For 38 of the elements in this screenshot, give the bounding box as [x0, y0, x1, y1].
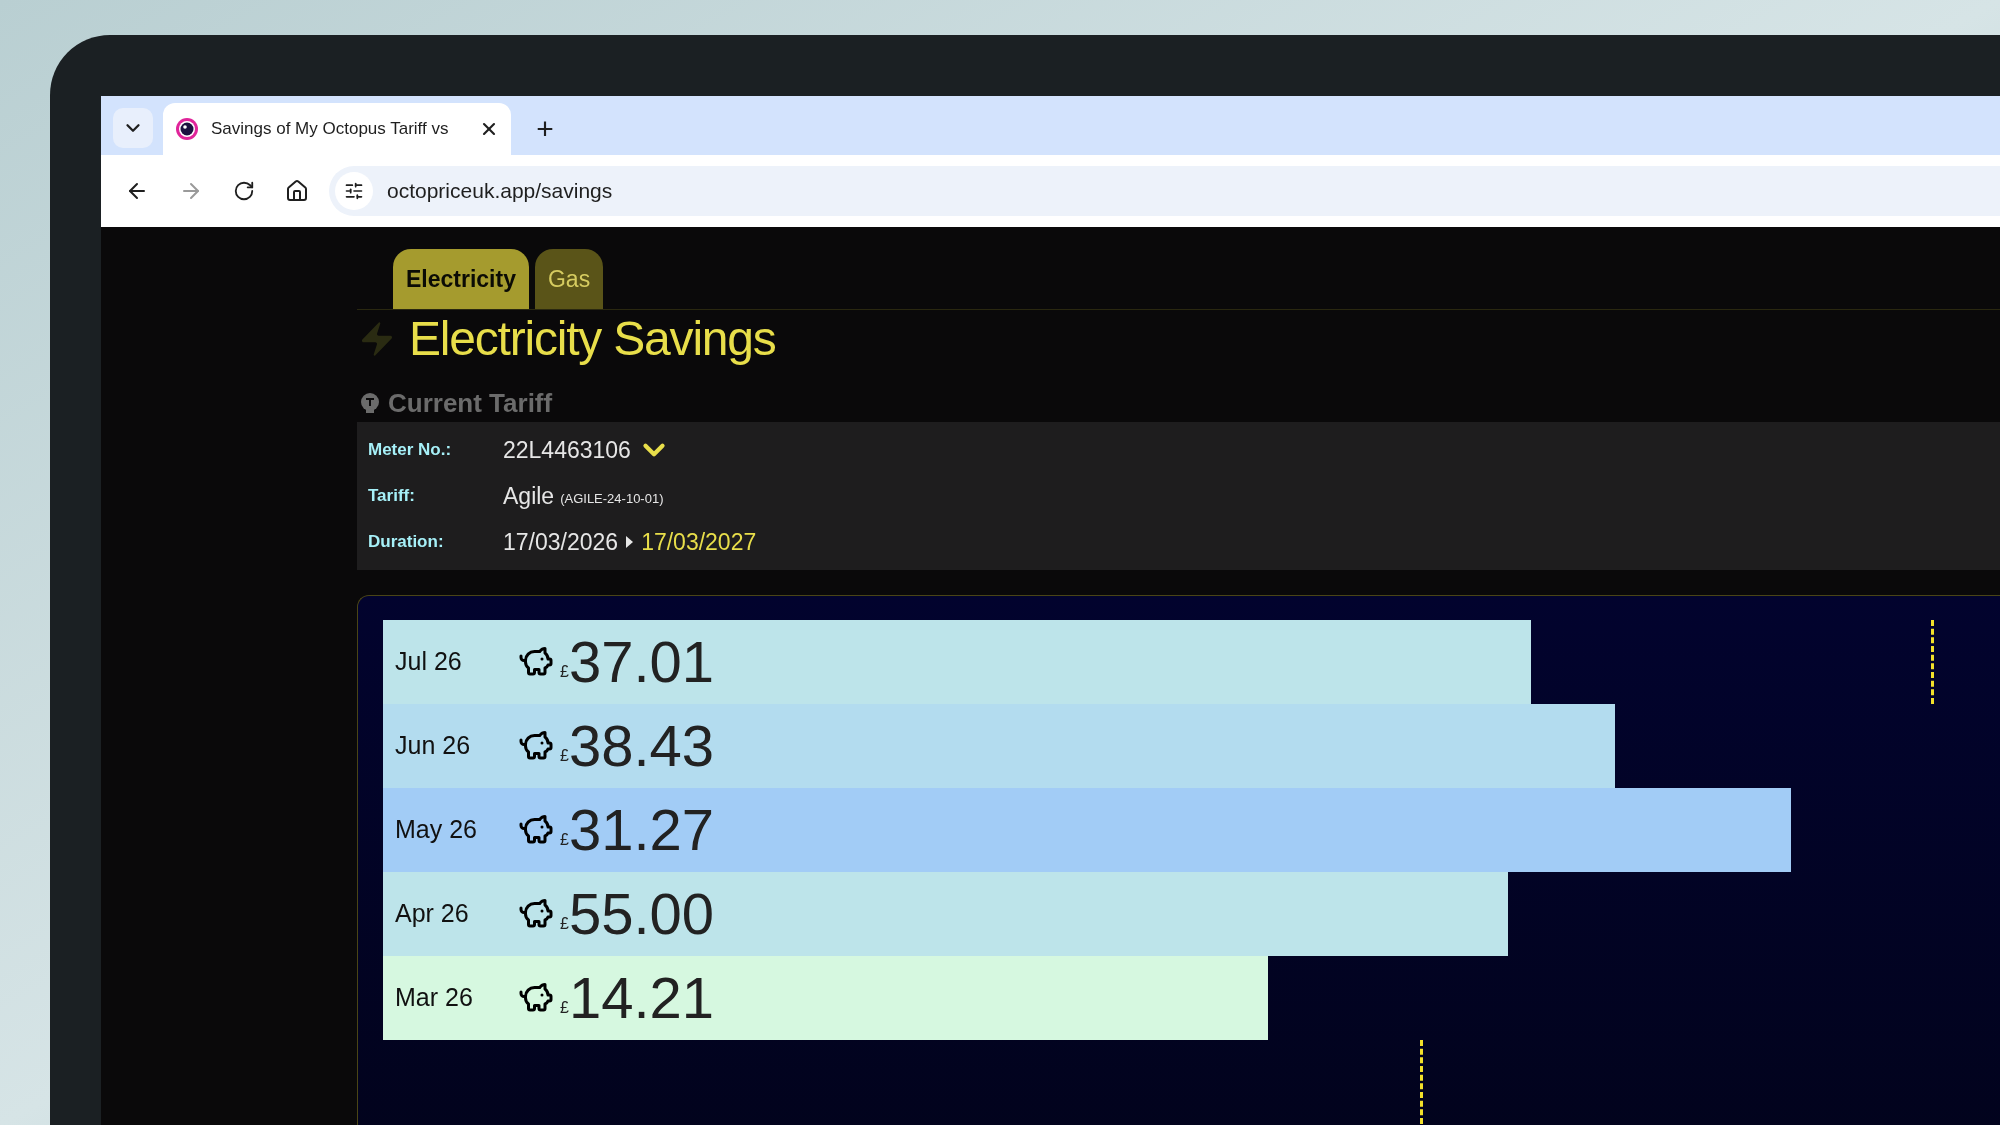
end-date: 17/03/2027: [641, 527, 757, 557]
month-label: Jul 26: [395, 646, 463, 678]
reload-icon[interactable]: [233, 180, 255, 202]
tariff-name: Agile: [503, 481, 555, 511]
address-bar[interactable]: octopriceuk.app/savings: [329, 166, 2000, 216]
meter-number: 22L4463106: [503, 435, 631, 465]
page-title: Electricity Savings: [409, 315, 776, 363]
currency-symbol: £: [560, 747, 569, 764]
month-label: May 26: [395, 814, 478, 846]
currency-symbol: £: [560, 663, 569, 680]
currency-symbol: £: [560, 915, 569, 932]
savings-amount: 38.43: [568, 717, 715, 775]
savings-amount: 14.21: [568, 969, 715, 1027]
start-date: 17/03/2026: [503, 527, 619, 557]
month-label: Jun 26: [395, 730, 472, 762]
new-tab-button[interactable]: +: [527, 111, 563, 147]
tab-title: Savings of My Octopus Tariff vs: [211, 118, 450, 141]
savings-amount: 31.27: [568, 801, 715, 859]
savings-amount: 55.00: [568, 885, 715, 943]
site-info-icon[interactable]: [335, 172, 373, 210]
field-label: Meter No.:: [368, 439, 453, 462]
savings-amount: 37.01: [568, 633, 715, 691]
month-label: Mar 26: [395, 982, 474, 1014]
currency-symbol: £: [560, 831, 569, 848]
url-text: octopriceuk.app/savings: [387, 178, 613, 205]
currency-symbol: £: [560, 999, 569, 1016]
tab[interactable]: Gas: [534, 249, 604, 309]
month-label: Apr 26: [395, 898, 470, 930]
section-heading: Current Tariff: [388, 386, 553, 420]
home-icon[interactable]: [285, 179, 309, 203]
triangle-right-icon: [626, 536, 634, 548]
browser-tab[interactable]: Savings of My Octopus Tariff vs: [163, 103, 511, 155]
tariff-code: (AGILE-24-10-01): [560, 490, 664, 509]
field-label: Duration:: [368, 531, 445, 554]
tab[interactable]: Electricity: [393, 249, 529, 309]
site-logo-icon: [175, 117, 199, 141]
tab-list-button[interactable]: [113, 108, 153, 148]
field-label: Tariff:: [368, 485, 416, 508]
